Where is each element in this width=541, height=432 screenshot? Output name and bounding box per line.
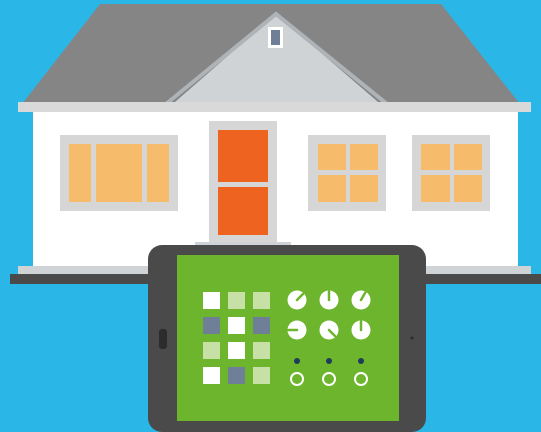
toggle-status-dot [294, 358, 300, 364]
switch-tile[interactable] [203, 317, 220, 334]
switch-tile[interactable] [228, 342, 245, 359]
eave [18, 102, 531, 112]
smart-home-illustration [0, 0, 541, 432]
window-mid-pane-1 [318, 144, 346, 170]
switch-tile[interactable] [228, 317, 245, 334]
toggle-status-dot [358, 358, 364, 364]
window-right-pane-3 [421, 175, 450, 202]
scene [0, 0, 541, 432]
toggle-status-dot [326, 358, 332, 364]
switch-tile[interactable] [228, 367, 245, 384]
attic-vent-inner [271, 30, 280, 45]
window-left-pane-3 [147, 144, 169, 202]
window-mid-pane-2 [350, 144, 378, 170]
window-left-pane-2 [96, 144, 142, 202]
switch-tile[interactable] [253, 342, 270, 359]
switch-tile[interactable] [253, 317, 270, 334]
switch-tile[interactable] [253, 367, 270, 384]
door-lower [218, 187, 268, 235]
tablet-camera [410, 336, 414, 340]
tablet-home-button[interactable] [159, 329, 167, 349]
door-upper [218, 130, 268, 182]
window-mid-pane-3 [318, 175, 346, 202]
window-right-pane-2 [454, 144, 482, 170]
switch-tile[interactable] [203, 342, 220, 359]
switch-tile[interactable] [253, 292, 270, 309]
switch-tile[interactable] [228, 292, 245, 309]
window-left-pane-1 [69, 144, 91, 202]
switch-tile[interactable] [203, 367, 220, 384]
window-right-pane-1 [421, 144, 450, 170]
window-right-pane-4 [454, 175, 482, 202]
switch-tile[interactable] [203, 292, 220, 309]
window-mid-pane-4 [350, 175, 378, 202]
